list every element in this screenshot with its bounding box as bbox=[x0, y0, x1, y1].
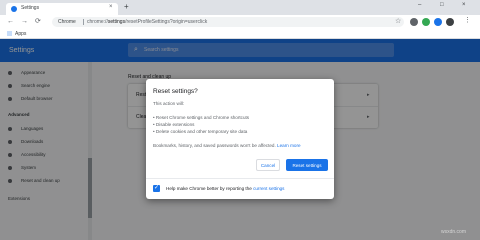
profile-avatar[interactable] bbox=[446, 18, 454, 26]
extension-icon-3[interactable] bbox=[434, 18, 442, 26]
tab-title: Settings bbox=[21, 5, 40, 11]
bookmarks-bar: Apps bbox=[0, 29, 480, 39]
extension-icon-2[interactable] bbox=[422, 18, 430, 26]
dialog-bullet: • Delete cookies and other temporary sit… bbox=[153, 129, 248, 134]
new-tab-button[interactable]: + bbox=[124, 3, 129, 11]
tab-strip: Settings × + – □ × bbox=[0, 0, 480, 15]
tab-settings[interactable]: Settings × bbox=[6, 3, 118, 15]
cancel-button[interactable]: Cancel bbox=[256, 159, 280, 171]
back-button[interactable]: ← bbox=[7, 18, 14, 25]
chip-divider bbox=[83, 19, 84, 25]
dialog-bullet: • Disable extensions bbox=[153, 122, 195, 127]
report-settings-checkbox[interactable]: ✓ bbox=[153, 185, 160, 192]
site-chip[interactable]: Chrome bbox=[58, 19, 76, 25]
maximize-button[interactable]: □ bbox=[440, 2, 444, 8]
bookmark-apps[interactable]: Apps bbox=[15, 31, 26, 37]
current-settings-link[interactable]: current settings bbox=[253, 186, 284, 191]
bookmark-star-icon[interactable]: ☆ bbox=[395, 18, 401, 25]
reset-settings-dialog: Reset settings? This action will: • Rese… bbox=[146, 79, 334, 199]
url-path-bold: settings bbox=[107, 19, 126, 25]
minimize-button[interactable]: – bbox=[418, 2, 421, 8]
dialog-bullet: • Reset Chrome settings and Chrome short… bbox=[153, 115, 250, 120]
extension-icon-1[interactable] bbox=[410, 18, 418, 26]
reset-settings-button[interactable]: Reset settings bbox=[286, 159, 328, 171]
learn-more-link[interactable]: Learn more bbox=[277, 143, 301, 148]
url-text: chrome://settings/resetProfileSettings?o… bbox=[87, 19, 208, 25]
reload-button[interactable]: ⟳ bbox=[35, 18, 41, 25]
close-window-button[interactable]: × bbox=[462, 2, 466, 8]
apps-grid-icon[interactable] bbox=[7, 31, 12, 36]
dialog-title: Reset settings? bbox=[153, 88, 198, 95]
tab-close-icon[interactable]: × bbox=[109, 4, 113, 10]
settings-favicon-icon bbox=[11, 6, 17, 12]
dialog-note: Bookmarks, history, and saved passwords … bbox=[153, 143, 301, 148]
browser-menu-icon[interactable]: ⋮ bbox=[464, 17, 471, 25]
address-bar[interactable]: Chrome chrome://settings/resetProfileSet… bbox=[52, 17, 404, 27]
dialog-intro: This action will: bbox=[153, 101, 185, 106]
dialog-footer: ✓ Help make Chrome better by reporting t… bbox=[146, 178, 334, 199]
forward-button[interactable]: → bbox=[21, 18, 28, 25]
browser-toolbar: ← → ⟳ Chrome chrome://settings/resetProf… bbox=[0, 15, 480, 29]
watermark: wsxdn.com bbox=[441, 229, 467, 235]
footer-text: Help make Chrome better by reporting the… bbox=[166, 186, 285, 191]
